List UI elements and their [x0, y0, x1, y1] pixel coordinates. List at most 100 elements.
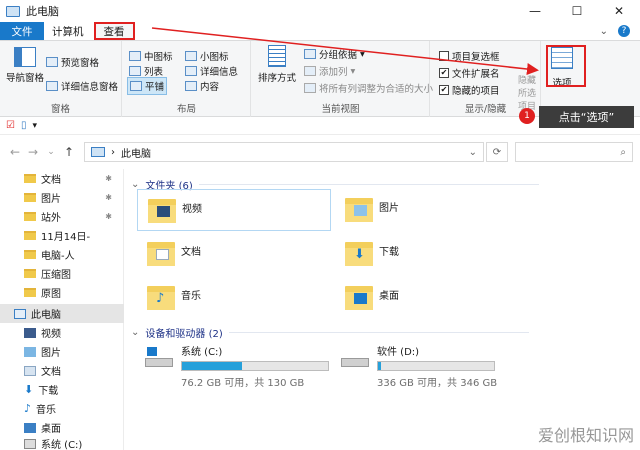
drive-free-space: 336 GB 可用，共 346 GB: [377, 378, 498, 389]
sidebar-item-compressed[interactable]: 压缩图: [0, 264, 124, 283]
downloads-folder-icon: ⬇: [345, 239, 373, 267]
documents-icon: [24, 174, 36, 183]
folder-tile-downloads[interactable]: ⬇ 下载: [345, 239, 399, 267]
refresh-button[interactable]: ⟳: [486, 142, 508, 162]
preview-pane-label: 预览窗格: [61, 58, 100, 69]
file-extensions-toggle[interactable]: ✔ 文件扩展名: [439, 66, 500, 80]
search-input[interactable]: ⌕: [515, 142, 633, 162]
folder-icon: [24, 231, 36, 240]
address-bar[interactable]: › 此电脑 ⌄: [84, 142, 484, 162]
layout-content[interactable]: 内容: [185, 79, 219, 93]
forward-button[interactable]: →: [24, 145, 42, 159]
sidebar-item-label: 11月14日-: [41, 232, 91, 243]
layout-label: 平铺: [145, 82, 165, 93]
new-folder-icon[interactable]: ▯: [21, 120, 27, 131]
sidebar-item-documents[interactable]: 文档 ✱: [0, 169, 124, 188]
drive-usage-bar: [181, 361, 329, 371]
sidebar-item-videos[interactable]: 视频: [0, 323, 124, 342]
layout-tiles[interactable]: 平铺: [127, 77, 168, 95]
drive-name: 系统 (C:): [181, 347, 223, 358]
show-hide-group: 项目复选框 ✔ 文件扩展名 ✔ 隐藏的项目 隐藏 所选项目 显示/隐藏: [431, 41, 541, 117]
folder-name: 图片: [379, 203, 399, 214]
up-button[interactable]: ↑: [60, 145, 78, 159]
sidebar-item-label: 系统 (C:): [41, 440, 83, 450]
layout-small-icons[interactable]: 小图标: [185, 49, 229, 63]
customize-icon[interactable]: ▾: [32, 121, 37, 131]
layout-list[interactable]: 列表: [129, 64, 163, 78]
medium-icons-icon: [129, 51, 141, 61]
properties-icon[interactable]: ☑: [6, 120, 15, 131]
sidebar-item-nov14[interactable]: 11月14日-: [0, 226, 124, 245]
details-icon: [185, 66, 197, 76]
fit-columns-button[interactable]: 将所有列调整为合适的大小: [304, 81, 433, 95]
sidebar-item-this-pc[interactable]: 此电脑: [0, 304, 124, 323]
checkbox-unchecked[interactable]: [439, 51, 449, 61]
checkbox-checked[interactable]: ✔: [439, 85, 449, 95]
drive-usage-bar: [377, 361, 495, 371]
folder-tile-videos[interactable]: 视频: [137, 189, 331, 231]
sidebar-item-pictures[interactable]: 图片 ✱: [0, 188, 124, 207]
drive-tile-c[interactable]: 系统 (C:) 76.2 GB 可用，共 130 GB: [145, 343, 329, 389]
folder-tile-music[interactable]: ♪ 音乐: [147, 283, 201, 311]
details-pane-button[interactable]: 详细信息窗格: [46, 79, 118, 93]
fit-columns-label: 将所有列调整为合适的大小: [319, 84, 434, 95]
drive-tile-d[interactable]: 软件 (D:) 336 GB 可用，共 346 GB: [341, 343, 497, 389]
folder-icon: [24, 212, 36, 221]
chevron-down-icon[interactable]: ⌄: [600, 26, 608, 37]
sidebar-item-label: 视频: [41, 329, 61, 340]
sidebar-item-music[interactable]: ♪ 音乐: [0, 399, 124, 418]
dropdown-icon: ▾: [350, 65, 356, 77]
sort-button[interactable]: 排序方式: [258, 45, 296, 84]
sidebar-item-pictures-2[interactable]: 图片: [0, 342, 124, 361]
drives-section-header[interactable]: ⌄ 设备和驱动器 (2): [131, 325, 529, 340]
windows-drive-icon: [145, 347, 173, 367]
chevron-down-icon[interactable]: ⌄: [469, 147, 477, 158]
tab-view[interactable]: 查看: [93, 22, 135, 40]
folder-tile-documents[interactable]: 文档: [147, 239, 201, 267]
layout-medium-icons[interactable]: 中图标: [129, 49, 173, 63]
sort-icon: [268, 45, 286, 67]
preview-pane-button[interactable]: 预览窗格: [46, 55, 99, 69]
sidebar-item-documents-2[interactable]: 文档: [0, 361, 124, 380]
add-column-button[interactable]: 添加列 ▾: [304, 64, 355, 78]
maximize-button[interactable]: ☐: [556, 0, 598, 22]
folder-icon: [24, 269, 36, 278]
close-button[interactable]: ✕: [598, 0, 640, 22]
sidebar-item-downloads[interactable]: ⬇ 下载: [0, 380, 124, 399]
list-icon: [129, 66, 141, 76]
back-button[interactable]: ←: [6, 145, 24, 159]
item-checkbox-toggle[interactable]: 项目复选框: [439, 49, 500, 63]
checkbox-checked[interactable]: ✔: [439, 68, 449, 78]
sidebar-item-zhanwai[interactable]: 站外 ✱: [0, 207, 124, 226]
sidebar-item-pc-person[interactable]: 电脑-人: [0, 245, 124, 264]
help-icon[interactable]: ?: [618, 25, 630, 37]
item-checkbox-label: 项目复选框: [452, 52, 500, 63]
videos-icon: [24, 327, 36, 338]
hidden-items-label: 隐藏的项目: [452, 86, 500, 97]
tab-computer[interactable]: 计算机: [44, 22, 92, 40]
minimize-button[interactable]: —: [514, 0, 556, 22]
fit-columns-icon: [304, 83, 316, 93]
layout-label: 列表: [144, 67, 164, 78]
folder-tile-desktop[interactable]: 桌面: [345, 283, 399, 311]
file-ext-label: 文件扩展名: [452, 69, 500, 80]
add-column-icon: [304, 66, 316, 76]
hide-label: 隐藏: [517, 76, 536, 86]
sidebar-item-label: 下载: [38, 386, 59, 397]
sidebar-item-label: 音乐: [36, 405, 57, 416]
tab-file[interactable]: 文件: [0, 22, 44, 40]
title-bar: 此电脑 — ☐ ✕: [0, 0, 640, 22]
recent-dropdown-icon[interactable]: ⌄: [42, 147, 60, 157]
nav-pane-label: 导航窗格: [6, 73, 45, 84]
folder-tile-pictures[interactable]: 图片: [345, 195, 399, 223]
hidden-items-toggle[interactable]: ✔ 隐藏的项目: [439, 83, 500, 97]
layout-details[interactable]: 详细信息: [185, 64, 238, 78]
group-by-button[interactable]: 分组依据 ▾: [304, 47, 365, 61]
breadcrumb[interactable]: 此电脑: [121, 145, 151, 160]
sidebar-item-original[interactable]: 原图: [0, 283, 124, 302]
sidebar-item-drive-c[interactable]: 系统 (C:): [0, 434, 124, 450]
window-controls: — ☐ ✕: [514, 0, 640, 22]
nav-pane-button[interactable]: 导航窗格: [6, 47, 44, 84]
pin-icon: ✱: [105, 212, 112, 221]
details-pane-label: 详细信息窗格: [61, 82, 119, 93]
